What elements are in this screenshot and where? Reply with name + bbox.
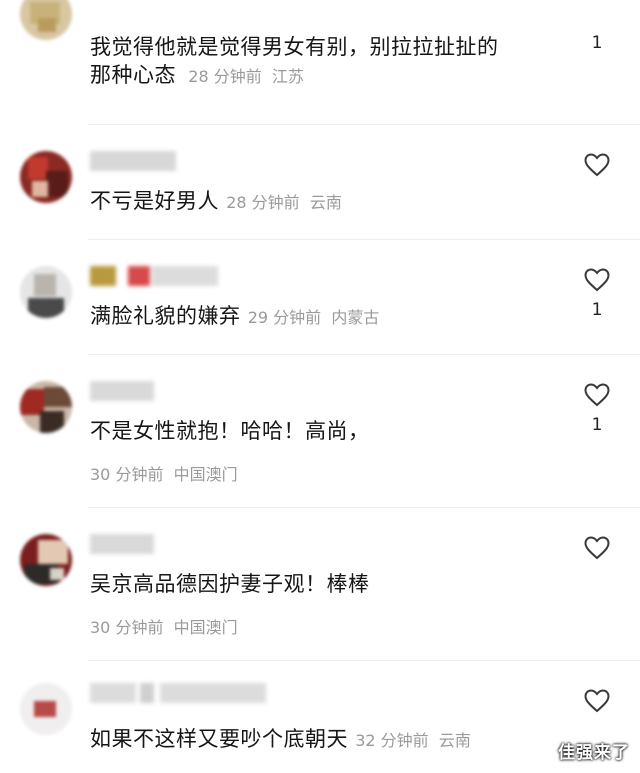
- comment-time: 29 分钟前: [247, 308, 322, 327]
- heart-icon[interactable]: [584, 383, 610, 407]
- comment-time: 30 分钟前: [90, 465, 164, 484]
- comment-location: 内蒙古: [331, 308, 380, 327]
- heart-icon[interactable]: [584, 268, 610, 292]
- heart-icon[interactable]: [584, 689, 610, 713]
- comment-location: 中国澳门: [173, 465, 238, 484]
- comment-time: 32 分钟前: [355, 731, 429, 750]
- comment-time: 28 分钟前: [188, 67, 262, 86]
- comment-meta: 28 分钟前 江苏: [183, 67, 304, 86]
- avatar[interactable]: [20, 0, 72, 40]
- username[interactable]: [90, 266, 220, 286]
- comment-meta: 28 分钟前 云南: [226, 193, 342, 212]
- comment-text-line: 不亏是好男人: [90, 189, 219, 213]
- comment-text: 不是女性就抱！哈哈！高尚，: [90, 417, 370, 445]
- avatar[interactable]: [20, 151, 72, 203]
- username[interactable]: [90, 683, 270, 703]
- comment-location: 云南: [309, 193, 342, 212]
- comment-text-line: 那种心态: [90, 63, 176, 87]
- comment-text: 满脸礼貌的嫌弃 29 分钟前 内蒙古: [90, 302, 379, 332]
- watermark: 佳强来了: [558, 743, 630, 763]
- comment-text-line: 满脸礼貌的嫌弃: [90, 304, 241, 328]
- comment-meta: 32 分钟前 云南: [355, 731, 471, 750]
- comment-location: 江苏: [271, 67, 304, 86]
- comment-item: 不亏是好男人 28 分钟前 云南: [0, 125, 640, 239]
- username[interactable]: [90, 534, 160, 554]
- avatar[interactable]: [20, 683, 72, 735]
- username[interactable]: [90, 151, 180, 171]
- comment-time: 28 分钟前: [226, 193, 300, 212]
- like-count: 1: [591, 300, 603, 320]
- username[interactable]: [90, 381, 160, 401]
- like-count: 1: [591, 33, 603, 53]
- comment-text-line: 不是女性就抱！哈哈！高尚，: [90, 419, 370, 443]
- comment-item: 我觉得他就是觉得男女有别，别拉拉扯扯的 那种心态 28 分钟前 江苏 1: [0, 0, 640, 124]
- comment-text: 我觉得他就是觉得男女有别，别拉拉扯扯的 那种心态 28 分钟前 江苏: [90, 33, 499, 91]
- comment-text: 吴京高品德因护妻子观！棒棒: [90, 570, 370, 598]
- comment-text: 如果不这样又要吵个底朝天 32 分钟前 云南: [90, 725, 471, 755]
- comment-item: 满脸礼貌的嫌弃 29 分钟前 内蒙古 1: [0, 240, 640, 354]
- heart-icon[interactable]: [584, 153, 610, 177]
- comment-meta: 30 分钟前 中国澳门: [90, 461, 238, 485]
- comment-text-line: 吴京高品德因护妻子观！棒棒: [90, 572, 370, 596]
- avatar[interactable]: [20, 266, 72, 318]
- comment-text: 不亏是好男人 28 分钟前 云南: [90, 187, 342, 217]
- comment-location: 云南: [438, 731, 471, 750]
- avatar[interactable]: [20, 381, 72, 433]
- heart-icon[interactable]: [584, 536, 610, 560]
- comment-meta: 29 分钟前 内蒙古: [248, 308, 380, 327]
- comment-text-line: 我觉得他就是觉得男女有别，别拉拉扯扯的: [90, 35, 499, 59]
- comment-location: 中国澳门: [173, 618, 238, 637]
- comment-meta: 30 分钟前 中国澳门: [90, 614, 238, 638]
- comment-item: 不是女性就抱！哈哈！高尚， 30 分钟前 中国澳门 1: [0, 355, 640, 507]
- comment-text-line: 如果不这样又要吵个底朝天: [90, 727, 348, 751]
- like-count: 1: [591, 415, 603, 435]
- comment-time: 30 分钟前: [90, 618, 164, 637]
- avatar[interactable]: [20, 534, 72, 586]
- comment-item: 如果不这样又要吵个底朝天 32 分钟前 云南: [0, 661, 640, 773]
- comment-item: 吴京高品德因护妻子观！棒棒 30 分钟前 中国澳门: [0, 508, 640, 660]
